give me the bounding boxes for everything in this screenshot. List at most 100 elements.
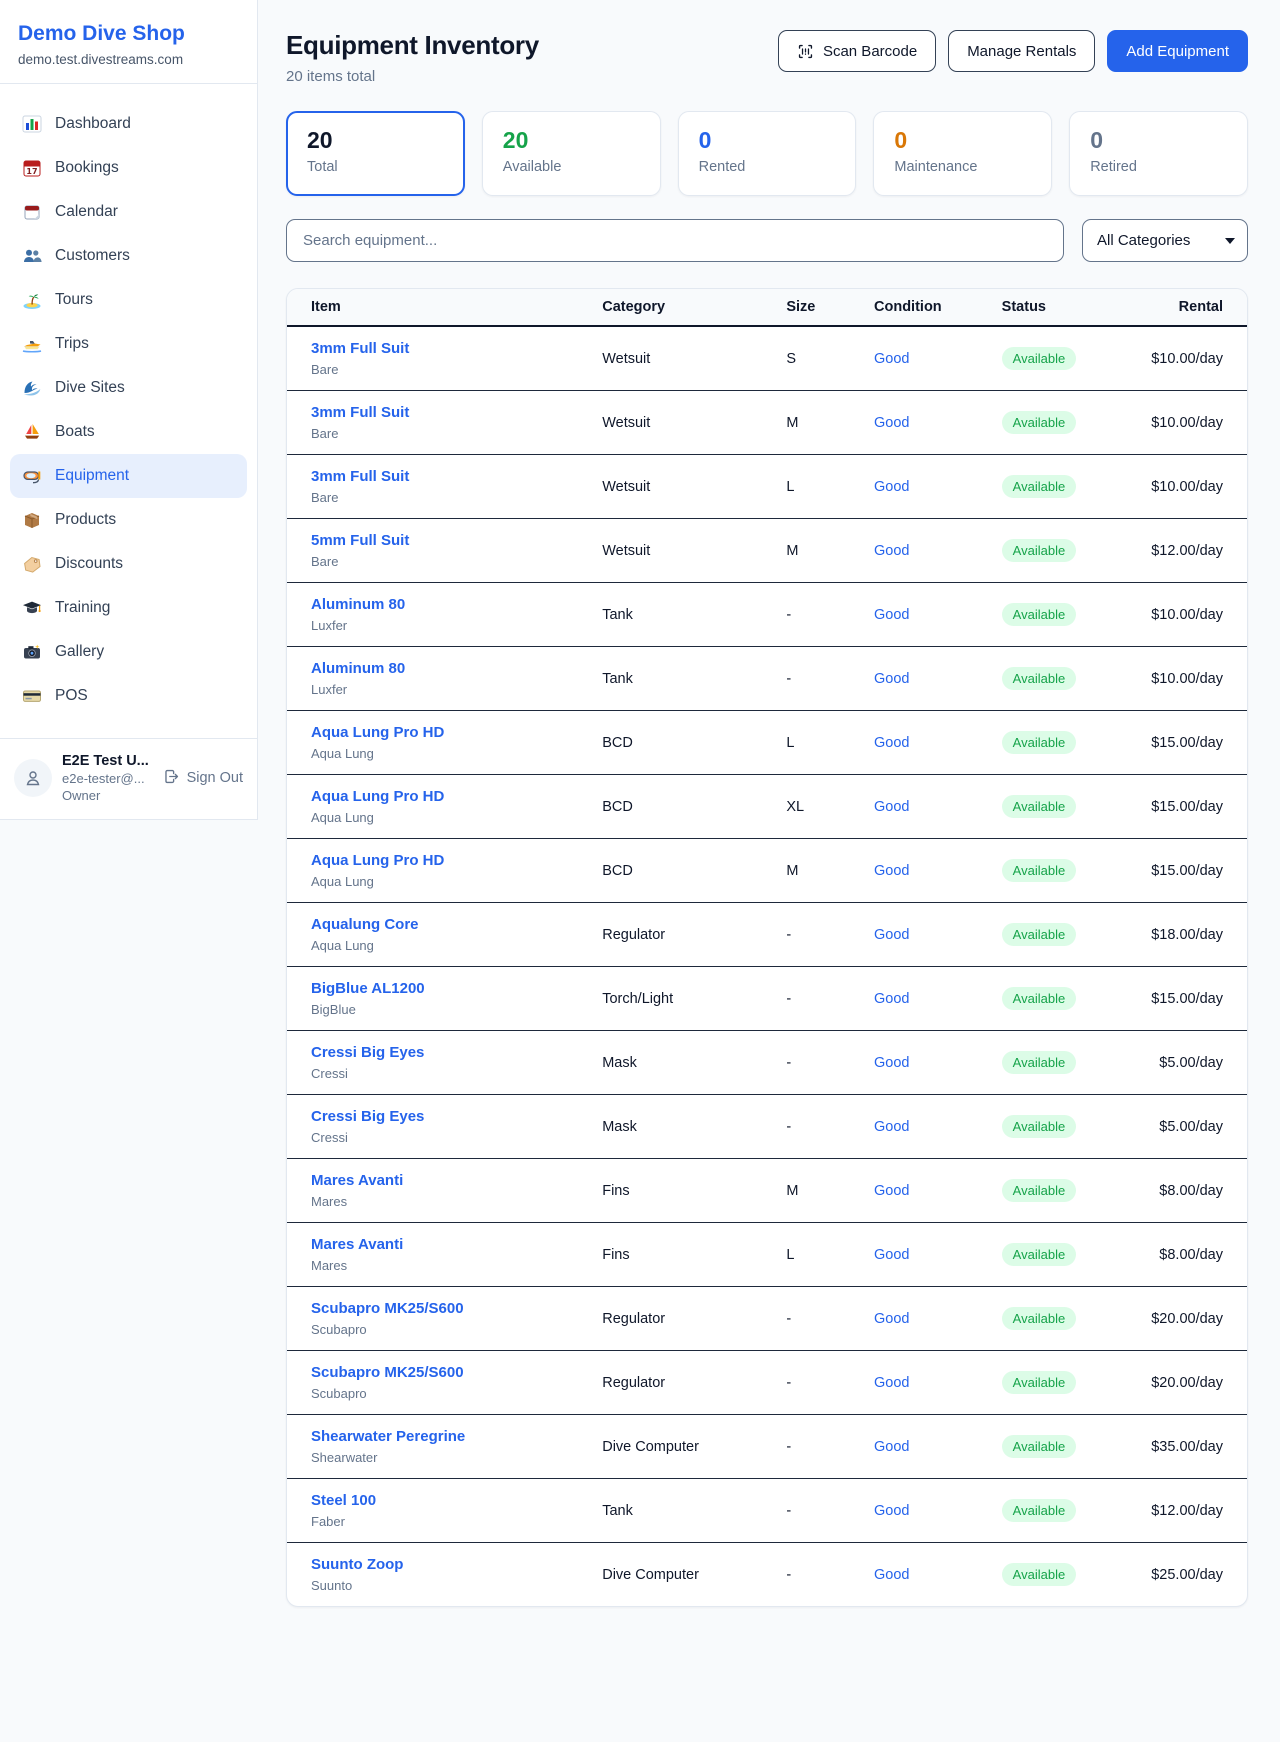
sidebar-item-pos[interactable]: POS: [10, 674, 247, 718]
stat-card-total[interactable]: 20Total: [286, 111, 465, 196]
table-row[interactable]: 5mm Full SuitBareWetsuitMGoodAvailable$1…: [287, 519, 1247, 583]
table-row[interactable]: Mares AvantiMaresFinsMGoodAvailable$8.00…: [287, 1159, 1247, 1223]
item-size: -: [774, 1031, 862, 1095]
item-name-link[interactable]: Steel 100: [311, 1492, 578, 1509]
item-brand: Bare: [311, 362, 578, 377]
item-category: Wetsuit: [590, 455, 774, 519]
shop-name[interactable]: Demo Dive Shop: [18, 22, 239, 46]
sidebar-item-dashboard[interactable]: Dashboard: [10, 102, 247, 146]
sidebar-item-gallery[interactable]: Gallery: [10, 630, 247, 674]
item-condition-link[interactable]: Good: [874, 927, 909, 943]
item-name-link[interactable]: Aqua Lung Pro HD: [311, 724, 578, 741]
item-name-link[interactable]: Mares Avanti: [311, 1236, 578, 1253]
item-name-link[interactable]: BigBlue AL1200: [311, 980, 578, 997]
item-rental: $10.00/day: [1139, 455, 1247, 519]
table-row[interactable]: Suunto ZoopSuuntoDive Computer-GoodAvail…: [287, 1543, 1247, 1607]
stat-card-retired[interactable]: 0Retired: [1069, 111, 1248, 196]
item-name-link[interactable]: Scubapro MK25/S600: [311, 1300, 578, 1317]
category-select[interactable]: All Categories: [1082, 219, 1248, 262]
sidebar-item-boats[interactable]: Boats: [10, 410, 247, 454]
manage-rentals-button[interactable]: Manage Rentals: [948, 30, 1095, 72]
item-condition-link[interactable]: Good: [874, 671, 909, 687]
table-row[interactable]: Aluminum 80LuxferTank-GoodAvailable$10.0…: [287, 647, 1247, 711]
condition-cell: Good: [862, 455, 990, 519]
item-condition-link[interactable]: Good: [874, 1503, 909, 1519]
stat-value: 20: [503, 127, 640, 154]
sidebar-item-dive-sites[interactable]: Dive Sites: [10, 366, 247, 410]
table-row[interactable]: 3mm Full SuitBareWetsuitSGoodAvailable$1…: [287, 326, 1247, 391]
sidebar-item-training[interactable]: Training: [10, 586, 247, 630]
stat-card-rented[interactable]: 0Rented: [678, 111, 857, 196]
sidebar-item-label: Customers: [55, 247, 130, 265]
item-name-link[interactable]: Aqualung Core: [311, 916, 578, 933]
status-cell: Available: [990, 1543, 1140, 1607]
sidebar-item-bookings[interactable]: 17Bookings: [10, 146, 247, 190]
item-cell: Aluminum 80Luxfer: [287, 583, 590, 647]
item-name-link[interactable]: Mares Avanti: [311, 1172, 578, 1189]
item-name-link[interactable]: Aluminum 80: [311, 596, 578, 613]
sidebar-item-trips[interactable]: Trips: [10, 322, 247, 366]
sidebar-item-discounts[interactable]: Discounts: [10, 542, 247, 586]
table-row[interactable]: Cressi Big EyesCressiMask-GoodAvailable$…: [287, 1095, 1247, 1159]
item-condition-link[interactable]: Good: [874, 799, 909, 815]
item-condition-link[interactable]: Good: [874, 1567, 909, 1583]
item-name-link[interactable]: Shearwater Peregrine: [311, 1428, 578, 1445]
search-input[interactable]: [286, 219, 1064, 262]
item-name-link[interactable]: 3mm Full Suit: [311, 404, 578, 421]
item-name-link[interactable]: Aluminum 80: [311, 660, 578, 677]
item-category: Torch/Light: [590, 967, 774, 1031]
item-condition-link[interactable]: Good: [874, 863, 909, 879]
sign-out-button[interactable]: Sign Out: [163, 768, 243, 789]
item-condition-link[interactable]: Good: [874, 479, 909, 495]
table-row[interactable]: BigBlue AL1200BigBlueTorch/Light-GoodAva…: [287, 967, 1247, 1031]
add-equipment-button[interactable]: Add Equipment: [1107, 30, 1248, 72]
table-row[interactable]: Aqua Lung Pro HDAqua LungBCDXLGoodAvaila…: [287, 775, 1247, 839]
table-row[interactable]: Aluminum 80LuxferTank-GoodAvailable$10.0…: [287, 583, 1247, 647]
sidebar-item-tours[interactable]: Tours: [10, 278, 247, 322]
status-cell: Available: [990, 391, 1140, 455]
table-row[interactable]: 3mm Full SuitBareWetsuitLGoodAvailable$1…: [287, 455, 1247, 519]
item-name-link[interactable]: Cressi Big Eyes: [311, 1044, 578, 1061]
item-name-link[interactable]: Aqua Lung Pro HD: [311, 788, 578, 805]
scan-barcode-button[interactable]: Scan Barcode: [778, 30, 936, 72]
sidebar-item-calendar[interactable]: Calendar: [10, 190, 247, 234]
table-row[interactable]: Shearwater PeregrineShearwaterDive Compu…: [287, 1415, 1247, 1479]
table-row[interactable]: Cressi Big EyesCressiMask-GoodAvailable$…: [287, 1031, 1247, 1095]
item-name-link[interactable]: Scubapro MK25/S600: [311, 1364, 578, 1381]
item-name-link[interactable]: Suunto Zoop: [311, 1556, 578, 1573]
item-name-link[interactable]: 5mm Full Suit: [311, 532, 578, 549]
table-row[interactable]: Scubapro MK25/S600ScubaproRegulator-Good…: [287, 1351, 1247, 1415]
sidebar-item-products[interactable]: Products: [10, 498, 247, 542]
table-row[interactable]: 3mm Full SuitBareWetsuitMGoodAvailable$1…: [287, 391, 1247, 455]
sidebar-item-customers[interactable]: Customers: [10, 234, 247, 278]
item-name-link[interactable]: Aqua Lung Pro HD: [311, 852, 578, 869]
item-condition-link[interactable]: Good: [874, 415, 909, 431]
item-condition-link[interactable]: Good: [874, 351, 909, 367]
table-row[interactable]: Scubapro MK25/S600ScubaproRegulator-Good…: [287, 1287, 1247, 1351]
table-row[interactable]: Aqua Lung Pro HDAqua LungBCDMGoodAvailab…: [287, 839, 1247, 903]
table-row[interactable]: Mares AvantiMaresFinsLGoodAvailable$8.00…: [287, 1223, 1247, 1287]
table-row[interactable]: Aqua Lung Pro HDAqua LungBCDLGoodAvailab…: [287, 711, 1247, 775]
item-name-link[interactable]: 3mm Full Suit: [311, 340, 578, 357]
item-condition-link[interactable]: Good: [874, 1311, 909, 1327]
item-size: L: [774, 711, 862, 775]
item-condition-link[interactable]: Good: [874, 1183, 909, 1199]
stat-card-available[interactable]: 20Available: [482, 111, 661, 196]
item-name-link[interactable]: Cressi Big Eyes: [311, 1108, 578, 1125]
item-condition-link[interactable]: Good: [874, 1247, 909, 1263]
stat-card-maintenance[interactable]: 0Maintenance: [873, 111, 1052, 196]
table-row[interactable]: Steel 100FaberTank-GoodAvailable$12.00/d…: [287, 1479, 1247, 1543]
sidebar-item-equipment[interactable]: Equipment: [10, 454, 247, 498]
item-condition-link[interactable]: Good: [874, 1055, 909, 1071]
item-condition-link[interactable]: Good: [874, 543, 909, 559]
table-row[interactable]: Aqualung CoreAqua LungRegulator-GoodAvai…: [287, 903, 1247, 967]
brand-block: Demo Dive Shop demo.test.divestreams.com: [0, 0, 257, 83]
item-condition-link[interactable]: Good: [874, 1439, 909, 1455]
item-condition-link[interactable]: Good: [874, 607, 909, 623]
item-condition-link[interactable]: Good: [874, 991, 909, 1007]
item-size: -: [774, 1351, 862, 1415]
item-condition-link[interactable]: Good: [874, 735, 909, 751]
item-name-link[interactable]: 3mm Full Suit: [311, 468, 578, 485]
item-condition-link[interactable]: Good: [874, 1119, 909, 1135]
item-condition-link[interactable]: Good: [874, 1375, 909, 1391]
